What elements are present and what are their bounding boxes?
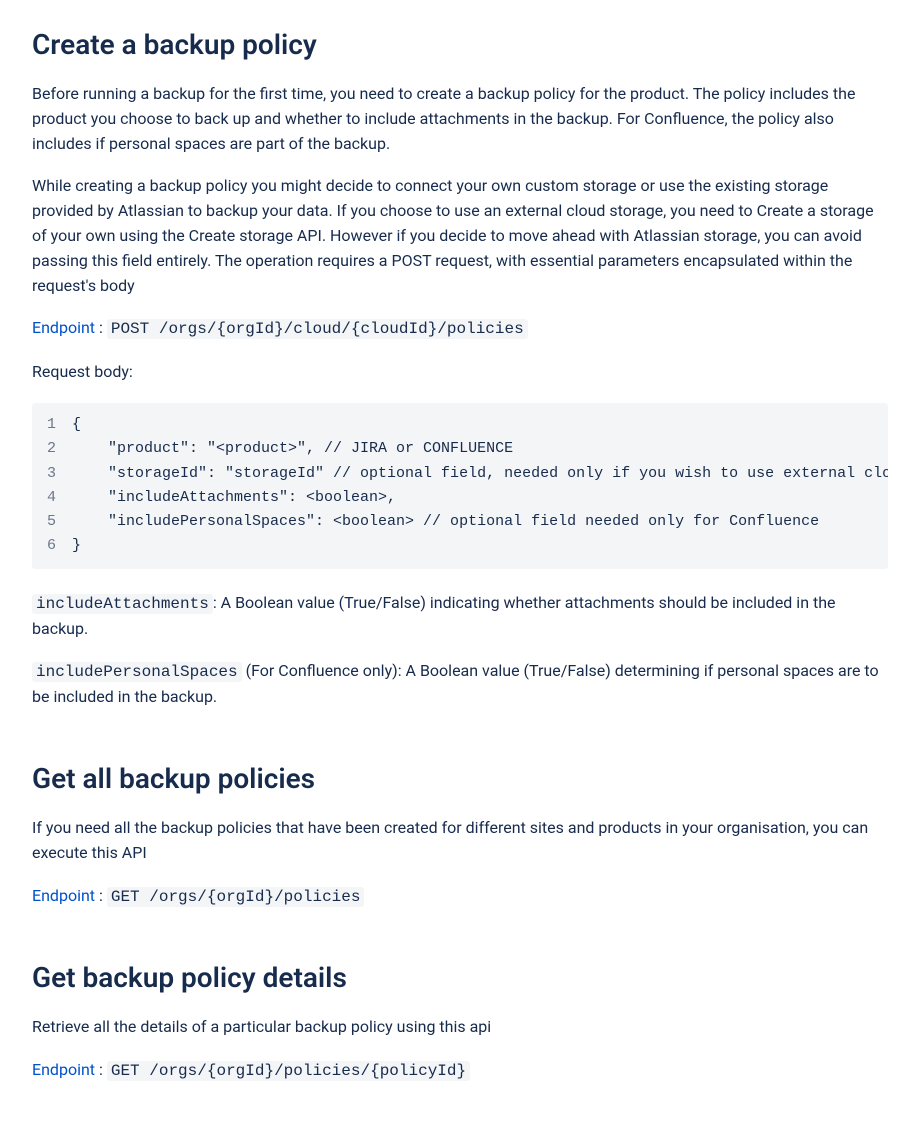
endpoint-colon: : [95,886,103,905]
endpoint-link[interactable]: Endpoint [32,886,95,905]
para-create-intro-1: Before running a backup for the first ti… [32,82,888,156]
endpoint-colon: : [95,1060,103,1079]
endpoint-get-all-policies: Endpoint : GET /orgs/{orgId}/policies [32,884,888,910]
heading-get-backup-policy-details: Get backup policy details [32,957,888,999]
code-line: "includePersonalSpaces": <boolean> // op… [72,510,835,534]
field-desc-include-attachments: includeAttachments: A Boolean value (Tru… [32,591,888,642]
endpoint-code: GET /orgs/{orgId}/policies/{policyId} [107,1061,470,1081]
endpoint-link[interactable]: Endpoint [32,1060,95,1079]
code-block-request-body: 1{ 2 "product": "<product>", // JIRA or … [32,403,888,569]
para-get-all-intro: If you need all the backup policies that… [32,816,888,866]
code-line: "product": "<product>", // JIRA or CONFL… [72,437,529,461]
endpoint-link[interactable]: Endpoint [32,318,95,337]
inline-code-include-attachments: includeAttachments [32,594,213,614]
code-line: "includeAttachments": <boolean>, [72,486,412,510]
code-line-number: 3 [32,462,72,486]
code-line: } [72,534,97,558]
code-line: "storageId": "storageId" // optional fie… [72,462,888,486]
request-body-label: Request body: [32,360,888,385]
endpoint-code: POST /orgs/{orgId}/cloud/{cloudId}/polic… [107,319,528,339]
endpoint-create-policy: Endpoint : POST /orgs/{orgId}/cloud/{clo… [32,316,888,342]
endpoint-get-policy-details: Endpoint : GET /orgs/{orgId}/policies/{p… [32,1058,888,1084]
field-desc-include-personal-spaces: includePersonalSpaces (For Confluence on… [32,659,888,710]
code-line-number: 1 [32,413,72,437]
inline-code-include-personal-spaces: includePersonalSpaces [32,662,242,682]
para-get-details-intro: Retrieve all the details of a particular… [32,1015,888,1040]
para-create-intro-2: While creating a backup policy you might… [32,174,888,298]
code-line-number: 5 [32,510,72,534]
endpoint-colon: : [95,318,103,337]
code-line-number: 4 [32,486,72,510]
heading-create-backup-policy: Create a backup policy [32,24,888,66]
heading-get-all-backup-policies: Get all backup policies [32,758,888,800]
endpoint-code: GET /orgs/{orgId}/policies [107,887,365,907]
code-line: { [72,413,97,437]
code-line-number: 2 [32,437,72,461]
code-line-number: 6 [32,534,72,558]
